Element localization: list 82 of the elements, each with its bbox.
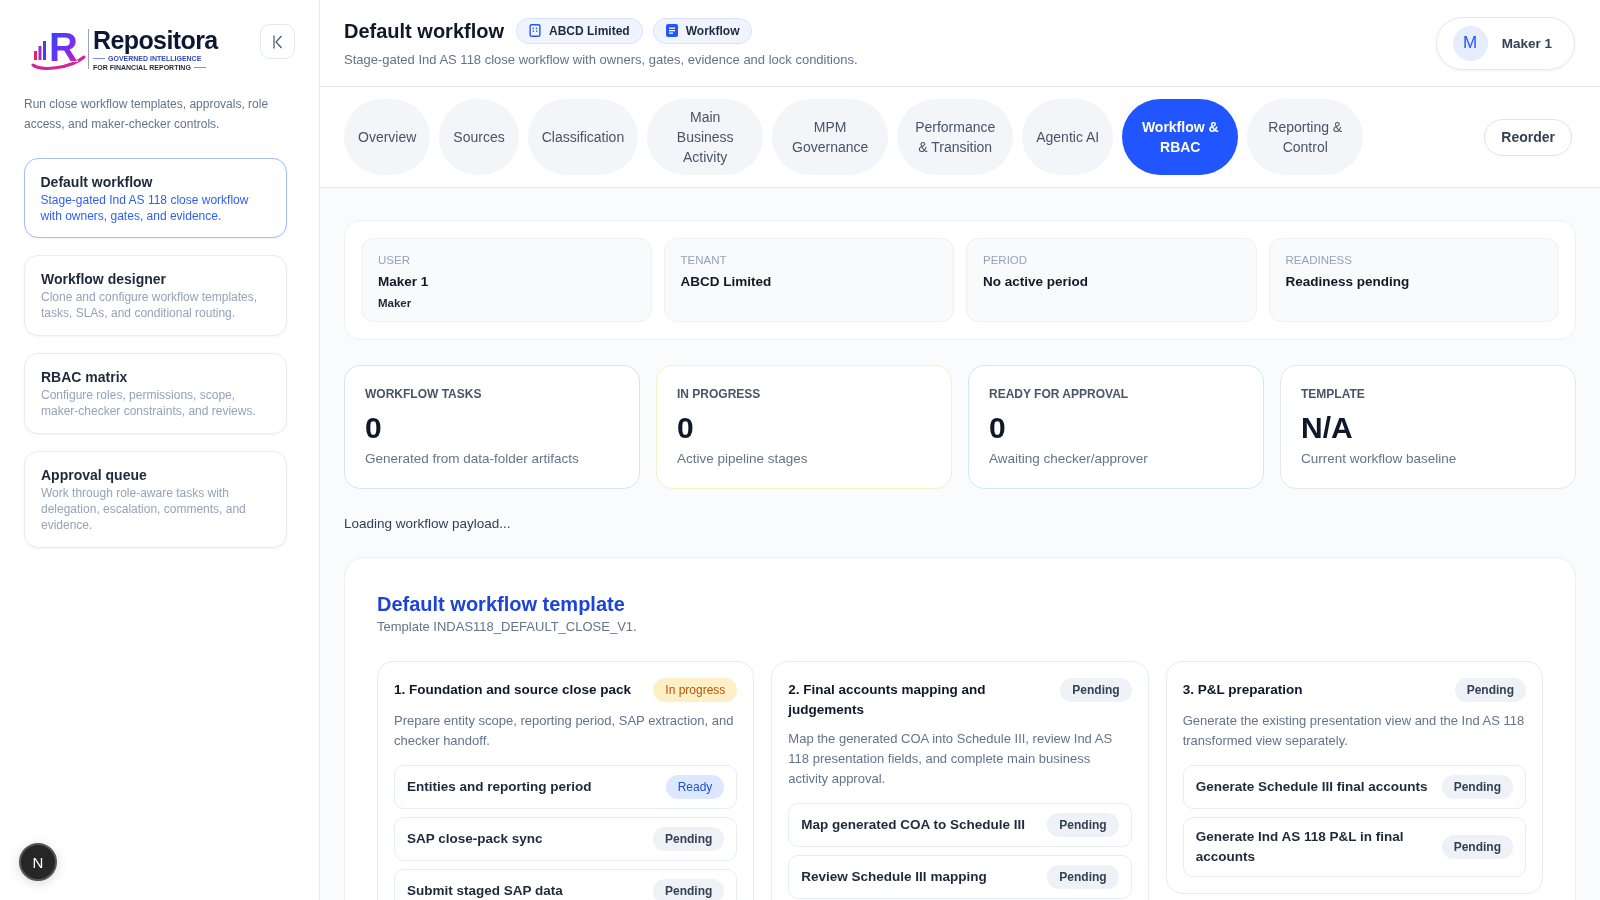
nav-tab[interactable]: MPM Governance — [772, 99, 889, 175]
stage-description: Generate the existing presentation view and the Ind AS 118 transformed view separately. — [1182, 712, 1526, 750]
status-badge: Pending — [1047, 813, 1119, 837]
status-message: Loading workflow payload... — [344, 515, 512, 533]
task-title: Entities and reporting period — [407, 778, 592, 796]
sidebar-description: Run close workflow templates, approvals, role access, and maker-checker controls. — [24, 96, 270, 133]
metric-value: 0 — [989, 410, 1007, 446]
metric-description: Awaiting checker/approver — [989, 450, 1149, 468]
context-label: TENANT — [680, 253, 728, 268]
building-icon — [529, 24, 541, 37]
context-detail: Maker — [378, 296, 413, 311]
reorder-button[interactable]: Reorder — [1484, 118, 1572, 156]
context-value: Readiness pending — [1285, 273, 1411, 291]
metric-label: READY FOR APPROVAL — [989, 386, 1130, 402]
document-icon — [665, 24, 678, 37]
task-title: Generate Ind AS 118 P&L in final accounts — [1195, 828, 1405, 866]
task-row[interactable]: Generate Ind AS 118 P&L in final accounts Pending — [1182, 817, 1526, 877]
status-badge: Ready — [665, 775, 725, 799]
user-avatar: M — [1452, 25, 1488, 61]
nav-tab[interactable]: Agentic AI — [1022, 99, 1114, 175]
context-label: PERIOD — [983, 253, 1029, 268]
task-row[interactable]: Review Schedule III mapping Pending — [788, 855, 1132, 899]
metric-value: N/A — [1301, 410, 1354, 446]
metric-label: IN PROGRESS — [677, 386, 762, 402]
context-value: ABCD Limited — [680, 273, 773, 291]
status-badge: Pending — [1441, 835, 1513, 859]
metric-label: TEMPLATE — [1301, 386, 1366, 402]
context-label: READINESS — [1285, 253, 1353, 268]
nav-tab[interactable]: Reporting & Control — [1247, 99, 1364, 175]
nav-tab[interactable]: Workflow & RBAC — [1122, 99, 1239, 175]
status-badge: Pending — [653, 827, 725, 851]
stage-title: 2. Final accounts mapping and judgements — [788, 681, 987, 719]
metric-value: 0 — [677, 410, 695, 446]
sidebar-item[interactable]: Default workflow Stage-gated Ind AS 118 close workflow with owners, gates, and evidence. — [24, 158, 287, 238]
task-row[interactable]: SAP close-pack sync Pending — [394, 817, 738, 861]
chip-label: Workflow — [685, 23, 740, 38]
task-title: Submit staged SAP data — [407, 882, 563, 900]
status-badge: In progress — [653, 678, 738, 702]
user-name: Maker 1 — [1501, 35, 1552, 51]
task-row[interactable]: Generate Schedule III final accounts Pending — [1182, 765, 1526, 809]
status-badge: Pending — [1047, 865, 1119, 889]
stage-description: Map the generated COA into Schedule III, review Ind AS 118 presentation fields, and complete main business activity approval. — [788, 730, 1114, 788]
sidebar-item[interactable]: RBAC matrix Configure roles, permissions, scope, maker-checker constraints, and reviews. — [24, 353, 287, 434]
context-label: USER — [378, 253, 411, 268]
task-title: Generate Schedule III final accounts — [1195, 778, 1428, 796]
sidebar-item[interactable]: Workflow designer Clone and configure workflow templates, tasks, SLAs, and conditional routing. — [24, 255, 287, 336]
nav-tab[interactable]: Main Business Activity — [647, 99, 764, 175]
task-title: Review Schedule III mapping — [801, 868, 987, 886]
task-row[interactable]: Entities and reporting period Ready — [394, 765, 738, 809]
task-title: Map generated COA to Schedule III — [801, 816, 1026, 834]
collapse-icon — [272, 34, 283, 49]
stage-title: 1. Foundation and source close pack — [394, 681, 632, 699]
metric-label: WORKFLOW TASKS — [365, 386, 483, 402]
stage-title: 3. P&L preparation — [1182, 681, 1303, 699]
metric-value: 0 — [365, 410, 383, 446]
context-value: Maker 1 — [378, 273, 430, 291]
nav-tab[interactable]: Classification — [527, 99, 639, 175]
metric-description: Active pipeline stages — [677, 450, 809, 468]
status-badge: Pending — [1454, 678, 1526, 702]
logo-mark: R — [30, 27, 86, 71]
task-title: SAP close-pack sync — [407, 830, 543, 848]
task-row[interactable]: Map generated COA to Schedule III Pending — [788, 803, 1132, 847]
metric-description: Current workflow baseline — [1301, 450, 1458, 468]
page-title: Default workflow — [344, 18, 504, 44]
template-title: Default workflow template — [377, 592, 626, 617]
status-badge: Pending — [1060, 678, 1132, 702]
page-subtitle: Stage-gated Ind AS 118 close workflow with owners, gates, evidence and lock conditions. — [344, 50, 858, 69]
nav-tab[interactable]: Overview — [344, 99, 431, 175]
status-badge: Pending — [1441, 775, 1513, 799]
user-menu-button[interactable]: M Maker 1 — [1435, 16, 1575, 70]
brand-name: Repositora — [93, 26, 218, 54]
context-value: No active period — [983, 273, 1090, 291]
status-badge: Pending — [653, 879, 725, 900]
metric-description: Generated from data-folder artifacts — [365, 450, 580, 468]
nav-tab[interactable]: Sources — [439, 99, 519, 175]
stage-description: Prepare entity scope, reporting period, SAP extraction, and checker handoff. — [394, 712, 735, 750]
sidebar-item[interactable]: Approval queue Work through role-aware tasks with delegation, escalation, comments, and evidence. — [24, 451, 287, 548]
task-row[interactable]: Submit staged SAP data Pending — [394, 869, 738, 900]
collapse-sidebar-button[interactable] — [260, 24, 295, 59]
nav-tab[interactable]: Performance & Transition — [897, 99, 1014, 175]
template-subtitle: Template INDAS118_DEFAULT_CLOSE_V1. — [377, 618, 638, 636]
chip-label: ABCD Limited — [549, 23, 630, 38]
